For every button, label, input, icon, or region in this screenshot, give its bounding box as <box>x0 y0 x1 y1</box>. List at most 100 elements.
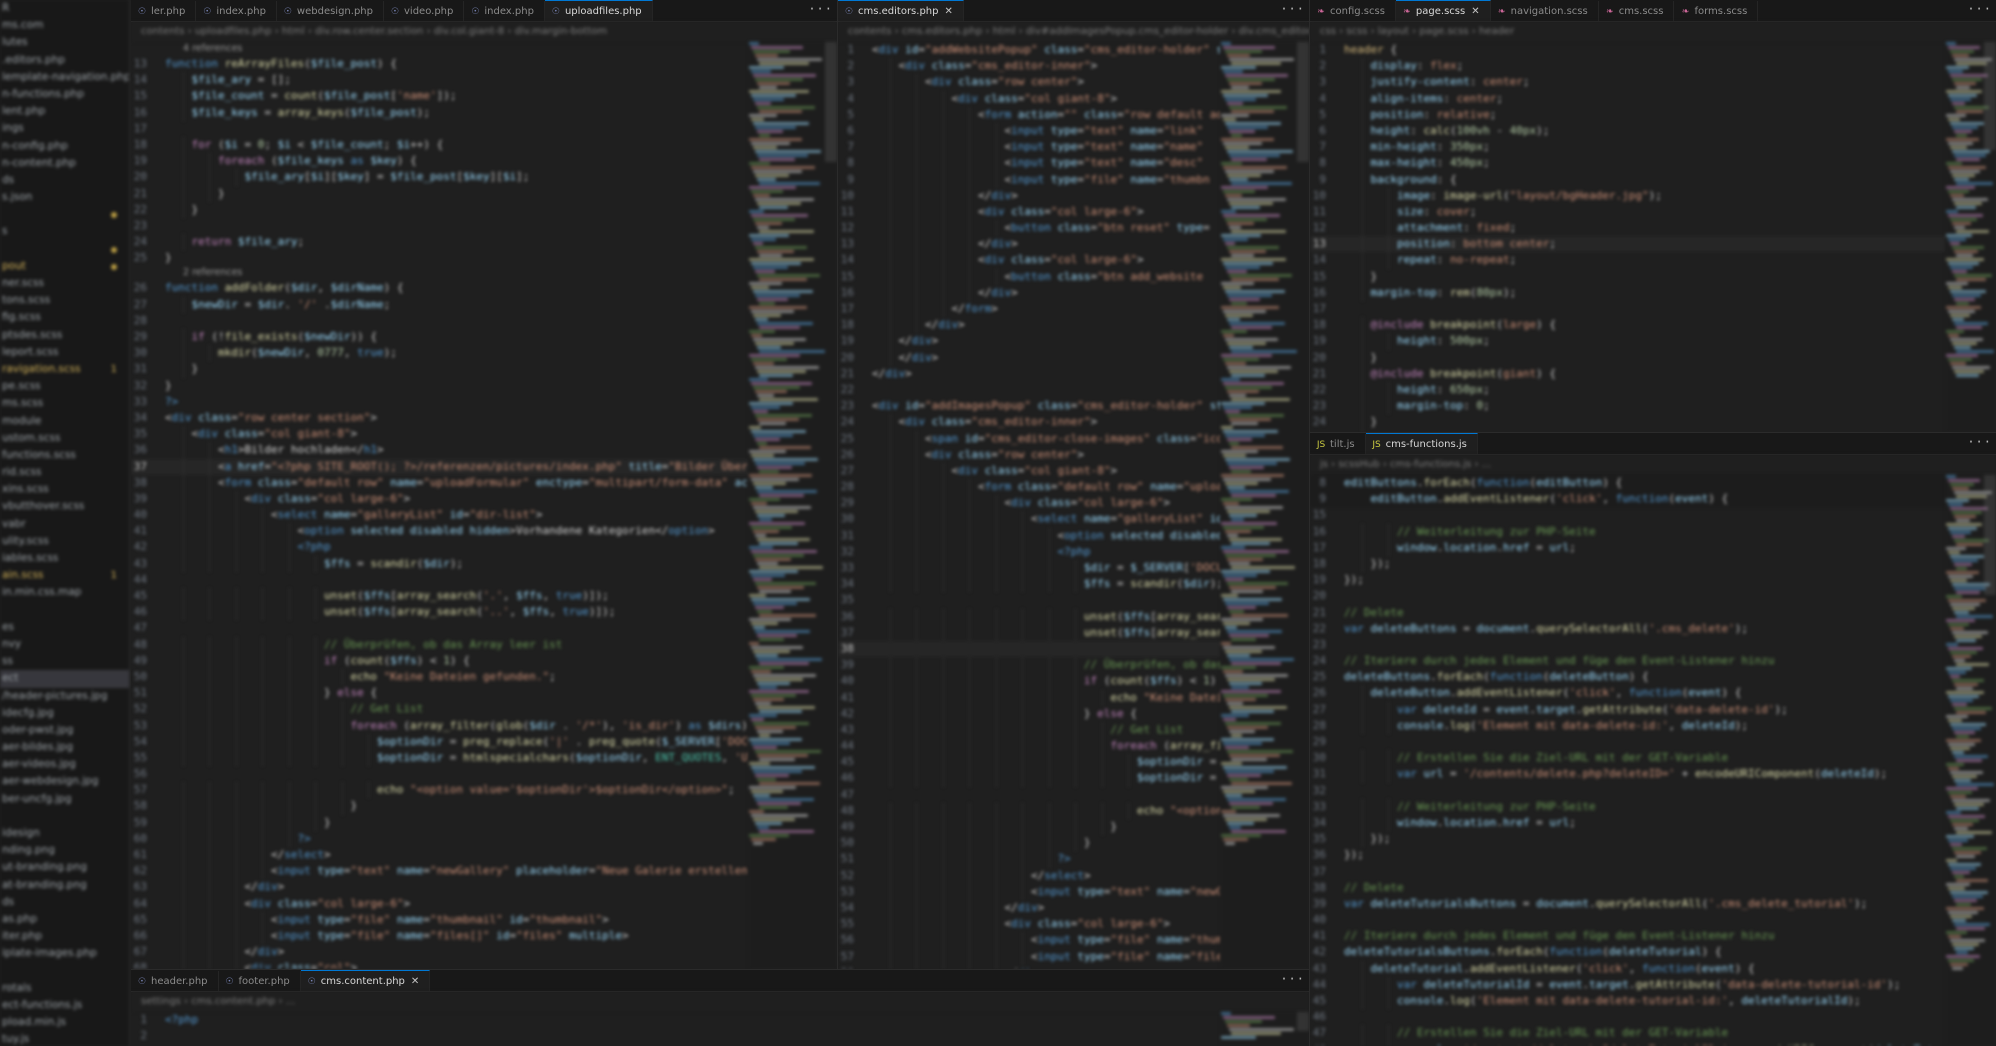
sidebar-file-item[interactable] <box>0 602 129 619</box>
code-line[interactable]: 38 <box>838 641 1221 657</box>
scrollbar-slider[interactable] <box>1984 475 1996 595</box>
minimap[interactable] <box>1221 42 1309 969</box>
code-line[interactable]: 22 height: 650px; <box>1310 381 1946 399</box>
sidebar-file-item[interactable]: module <box>0 413 129 430</box>
code-line[interactable]: 67 </div> <box>131 944 749 961</box>
sidebar-file-item[interactable]: n-config.php <box>0 138 129 155</box>
code-line[interactable]: 23 <box>1310 637 1946 653</box>
code-line[interactable]: 43 // Get List <box>838 721 1221 739</box>
code-line[interactable]: 11 <div class="col large-6"> <box>838 203 1221 221</box>
code-line[interactable]: 21 </div> <box>838 366 1221 382</box>
code-line[interactable]: 48 var url = '/contents/delete.php?delet… <box>1310 1041 1946 1046</box>
code-line[interactable]: 27 var deleteId = event.target.getAttrib… <box>1310 701 1946 718</box>
code-line[interactable]: 23 margin-top: 0; <box>1310 398 1946 415</box>
code-line[interactable]: 8 max-height: 450px; <box>1310 155 1946 172</box>
sidebar-file-item[interactable]: aer-videos.jpg <box>0 756 129 773</box>
code-line[interactable]: 40 if (count($ffs) < 1) { <box>838 673 1221 690</box>
code-line[interactable]: 46 unset($ffs[array_search('..', $ffs, t… <box>131 604 749 621</box>
code-line[interactable]: 27 <div class="col giant-8"> <box>838 462 1221 480</box>
sidebar-file-item[interactable]: ravigation.scss 1 <box>0 361 129 378</box>
code-line[interactable]: 14 $file_ary = []; <box>131 72 749 89</box>
sidebar-file-item[interactable]: rid.scss <box>0 464 129 481</box>
sidebar-file-item[interactable]: vbutthover.scss <box>0 498 129 515</box>
code-line[interactable]: 37 <box>1310 864 1946 880</box>
code-line[interactable]: 12 <button class="btn reset" type= <box>838 220 1221 237</box>
sidebar-file-item[interactable]: idecfg.jpg <box>0 705 129 722</box>
code-line[interactable]: 62 <input type="text" name="newGallery" … <box>131 863 749 880</box>
sidebar-file-item[interactable]: pload.min.js <box>0 1014 129 1031</box>
code-line[interactable]: 27 $newDir = $dir. '/' .$dirName; <box>131 296 749 313</box>
code-line[interactable]: 29 if (!file_exists($newDir)) { <box>131 329 749 346</box>
code-line[interactable]: 35 }); <box>1310 831 1946 848</box>
close-icon[interactable]: ✕ <box>411 976 419 987</box>
code-lens-references[interactable]: 4 references <box>131 42 749 56</box>
sidebar-file-item[interactable]: iables.scss <box>0 550 129 567</box>
code-line[interactable]: 29 <box>1310 734 1946 750</box>
sidebar-file-item[interactable]: lemplate-navigation.php <box>0 69 129 86</box>
code-line[interactable]: 34 <div class="row center section"> <box>131 410 749 426</box>
code-line[interactable]: 7 <input type="text" name="name" <box>838 139 1221 156</box>
code-line[interactable]: 41// Iteriere durch jedes Element und fü… <box>1310 928 1946 944</box>
code-line[interactable]: 39 // Überprüfen, ob das A <box>838 657 1221 674</box>
code-line[interactable]: 57 <input type="file" name="files[] <box>838 948 1221 965</box>
code-line[interactable]: 49 if (count($ffs) < 1) { <box>131 652 749 669</box>
close-icon[interactable]: ✕ <box>944 6 952 17</box>
code-line[interactable]: 52 </select> <box>838 867 1221 884</box>
code-line[interactable]: 32 <box>1310 783 1946 799</box>
sidebar-file-item[interactable]: ect <box>0 670 129 688</box>
code-line[interactable]: 13 </div> <box>838 236 1221 253</box>
sidebar-file-item[interactable]: ms.com <box>0 17 129 34</box>
code-line[interactable]: 18 for ($i = 0; $i < $file_count; $i++) … <box>131 136 749 154</box>
code-line[interactable]: 12 attachment: fixed; <box>1310 220 1946 237</box>
code-line[interactable]: 63 </div> <box>131 879 749 896</box>
code-line[interactable]: 15 } <box>1310 268 1946 285</box>
sidebar-file-item[interactable]: tons.scss <box>0 292 129 309</box>
code-line[interactable]: 41 echo "Keine Dateien <box>838 689 1221 706</box>
code-line[interactable]: 37 unset($ffs[array_search <box>838 624 1221 641</box>
minimap[interactable] <box>1946 475 1996 1046</box>
code-line[interactable]: 15 <box>1310 507 1946 523</box>
sidebar-file-item[interactable]: rotals <box>0 980 129 997</box>
code-line[interactable]: 24 <div class="cms_editor-inner"> <box>838 414 1221 431</box>
sidebar-file-item[interactable]: ber-uncfg.jpg <box>0 791 129 808</box>
code-line[interactable]: 9 <input type="file" name="thumbn <box>838 171 1221 188</box>
code-line[interactable]: 1 header { <box>1310 42 1946 58</box>
code-line[interactable]: 36 <h1>Bilder hochladen</h1> <box>131 442 749 459</box>
code-line[interactable]: 30 // Erstellen Sie die Ziel-URL mit der… <box>1310 750 1946 767</box>
minimap[interactable] <box>749 42 837 969</box>
code-line[interactable]: 19 height: 500px; <box>1310 333 1946 350</box>
editor-tab[interactable]: ❧ navigation.scss <box>1491 1 1599 21</box>
code-line[interactable]: 14 repeat: no-repeat; <box>1310 252 1946 269</box>
sidebar-file-item[interactable]: pe.scss <box>0 378 129 395</box>
editor-tab[interactable]: ☉ webdesign.php <box>277 1 384 21</box>
sidebar-file-item[interactable]: vabr <box>0 516 129 533</box>
sidebar-file-item[interactable]: lent.php <box>0 103 129 120</box>
sidebar-file-item[interactable]: s.json <box>0 189 129 206</box>
code-line[interactable]: 55 $optionDir = htmlspecialchars($option… <box>131 749 749 767</box>
ellipsis-icon[interactable]: ··· <box>1280 972 1305 986</box>
code-line[interactable]: 64 <div class="col large-6"> <box>131 895 749 912</box>
code-line[interactable]: 22 var deleteButtons = document.querySele… <box>1310 621 1946 637</box>
sidebar-file-item[interactable]: functions.scss <box>0 447 129 464</box>
sidebar-file-item[interactable]: n-functions.php <box>0 86 129 103</box>
ellipsis-icon[interactable]: ··· <box>808 2 833 16</box>
code-line[interactable]: 52 // Get List <box>131 701 749 718</box>
code-line[interactable]: 47 <box>131 620 749 636</box>
code-line[interactable]: 42 deleteTutorialsButtons.forEach(functio… <box>1310 944 1946 960</box>
sidebar-file-item[interactable]: iter.php <box>0 928 129 945</box>
sidebar-file-item[interactable]: ner.scss <box>0 275 129 292</box>
editor-tab[interactable]: ❧ forms.scss <box>1674 1 1759 21</box>
code-line[interactable]: 29 <div class="col large-6"> <box>838 495 1221 512</box>
ellipsis-icon[interactable]: ··· <box>1967 435 1992 449</box>
code-line[interactable]: 14 <div class="col large-6"> <box>838 252 1221 269</box>
editor-tab[interactable]: JS cms-functions.js <box>1365 433 1478 454</box>
code-line[interactable]: 40 <select name="galleryList" id="dir-li… <box>131 507 749 524</box>
code-line[interactable]: 25 <span id="cms_editor-close-images" cl… <box>838 430 1221 447</box>
code-line[interactable]: 10 image: image-url("layout/bgHeader.jpg… <box>1310 187 1946 204</box>
code-line[interactable]: 6 <input type="text" name="link" <box>838 122 1221 140</box>
sidebar-file-item[interactable]: lutes <box>0 34 129 51</box>
code-line[interactable]: 33 ?> <box>131 394 749 410</box>
sidebar-file-item[interactable]: leport.scss <box>0 344 129 361</box>
code-line[interactable]: 15 $file_count = count($file_post['name'… <box>131 88 749 105</box>
close-icon[interactable]: ✕ <box>1471 6 1479 17</box>
